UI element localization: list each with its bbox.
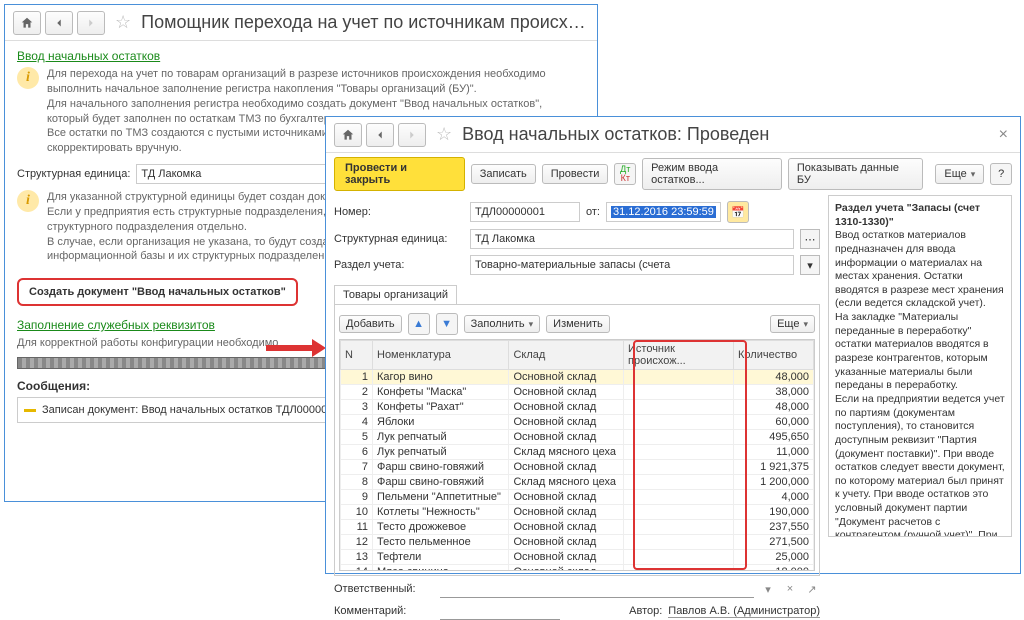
document-window: ☆ Ввод начальных остатков: Проведен × Пр… <box>325 116 1021 574</box>
col-quantity[interactable]: Количество <box>734 341 814 370</box>
save-button[interactable]: Записать <box>471 164 536 184</box>
section-row: Раздел учета: Товарно-материальные запас… <box>334 255 820 275</box>
date-label: от: <box>586 206 600 218</box>
responsible-input[interactable] <box>440 580 754 598</box>
fill-button[interactable]: Заполнить▾ <box>464 315 541 333</box>
struct-unit-input[interactable]: ТД Лакомка <box>470 229 794 249</box>
table-row[interactable]: 13ТефтелиОсновной склад25,000 <box>341 550 814 565</box>
post-and-close-button[interactable]: Провести и закрыть <box>334 157 465 191</box>
help-panel: Раздел учета "Запасы (счет 1310-1330)" В… <box>828 195 1012 537</box>
home-button[interactable] <box>334 123 362 147</box>
post-button[interactable]: Провести <box>542 164 609 184</box>
add-row-button[interactable]: Добавить <box>339 315 402 333</box>
table-toolbar: Добавить ▲ ▼ Заполнить▾ Изменить Еще▾ <box>339 309 815 339</box>
help-button[interactable]: ? <box>990 163 1012 185</box>
dropdown-button[interactable]: ▾ <box>800 255 820 275</box>
edit-button[interactable]: Изменить <box>546 315 610 333</box>
col-source[interactable]: Источник происхож... <box>624 341 734 370</box>
comment-row: Комментарий: Автор: Павлов А.В. (Админис… <box>334 602 820 620</box>
table-more-button[interactable]: Еще▾ <box>770 315 815 333</box>
table-row[interactable]: 6Лук репчатыйСклад мясного цеха11,000 <box>341 445 814 460</box>
main-toolbar: Провести и закрыть Записать Провести ДтК… <box>326 153 1020 195</box>
create-document-button[interactable]: Создать документ "Ввод начальных остатко… <box>17 278 298 306</box>
message-icon <box>24 409 36 412</box>
dt-kt-button[interactable]: ДтКт <box>614 163 636 185</box>
number-input[interactable]: ТДЛ00000001 <box>470 202 580 222</box>
window-title: Ввод начальных остатков: Проведен <box>462 124 991 145</box>
section-label: Раздел учета: <box>334 259 464 271</box>
table-row[interactable]: 14Мясо свининаОсновной склад18,000 <box>341 565 814 572</box>
help-title: Раздел учета "Запасы (счет 1310-1330)" <box>835 202 980 228</box>
info-icon: i <box>17 190 39 212</box>
move-up-button[interactable]: ▲ <box>408 313 430 335</box>
struct-unit-label: Структурная единица: <box>17 168 130 180</box>
forward-button[interactable] <box>77 11 105 35</box>
table-row[interactable]: 5Лук репчатыйОсновной склад495,650 <box>341 430 814 445</box>
dropdown-icon[interactable]: ▾ <box>760 581 776 597</box>
number-row: Номер: ТДЛ00000001 от: 31.12.2016 23:59:… <box>334 201 820 223</box>
tab-goods[interactable]: Товары организаций <box>334 285 457 304</box>
comment-label: Комментарий: <box>334 605 434 617</box>
show-bu-button[interactable]: Показывать данные БУ <box>788 158 923 190</box>
table-row[interactable]: 4ЯблокиОсновной склад60,000 <box>341 415 814 430</box>
table-row[interactable]: 9Пельмени "Аппетитные"Основной склад4,00… <box>341 490 814 505</box>
comment-input[interactable] <box>440 602 560 620</box>
home-button[interactable] <box>13 11 41 35</box>
col-nomenclature[interactable]: Номенклатура <box>373 341 509 370</box>
table-row[interactable]: 1Кагор виноОсновной склад48,000 <box>341 370 814 385</box>
goods-table[interactable]: N Номенклатура Склад Источник происхож..… <box>339 339 815 571</box>
select-button[interactable]: ⋯ <box>800 229 820 249</box>
responsible-row: Ответственный: ▾ × ↗ <box>334 580 820 598</box>
section-header: Ввод начальных остатков <box>17 49 585 63</box>
table-row[interactable]: 11Тесто дрожжевоеОсновной склад237,550 <box>341 520 814 535</box>
more-button[interactable]: Еще▾ <box>935 164 984 184</box>
message-text: Записан документ: Ввод начальных остатко… <box>42 404 327 416</box>
titlebar: ☆ Ввод начальных остатков: Проведен × <box>326 117 1020 153</box>
number-label: Номер: <box>334 206 464 218</box>
calendar-button[interactable]: 📅 <box>727 201 749 223</box>
table-row[interactable]: 12Тесто пельменноеОсновной склад271,500 <box>341 535 814 550</box>
window-title: Помощник перехода на учет по источникам … <box>141 12 589 33</box>
close-button[interactable]: × <box>995 126 1012 144</box>
section-input[interactable]: Товарно-материальные запасы (счета <box>470 255 794 275</box>
author-label: Автор: <box>629 605 662 617</box>
open-icon[interactable]: ↗ <box>804 581 820 597</box>
forward-button[interactable] <box>398 123 426 147</box>
date-input[interactable]: 31.12.2016 23:59:59 <box>606 202 721 222</box>
favorite-icon[interactable]: ☆ <box>436 124 452 145</box>
table-row[interactable]: 7Фарш свино-говяжийОсновной склад1 921,3… <box>341 460 814 475</box>
struct-unit-row: Структурная единица: ТД Лакомка ⋯ <box>334 229 820 249</box>
info-icon: i <box>17 67 39 89</box>
table-row[interactable]: 8Фарш свино-говяжийСклад мясного цеха1 2… <box>341 475 814 490</box>
responsible-label: Ответственный: <box>334 583 434 595</box>
back-button[interactable] <box>45 11 73 35</box>
struct-unit-label: Структурная единица: <box>334 233 464 245</box>
help-body: Ввод остатков материалов предназначен дл… <box>835 229 1005 537</box>
table-row[interactable]: 2Конфеты "Маска"Основной склад38,000 <box>341 385 814 400</box>
author-value: Павлов А.В. (Администратор) <box>668 605 820 618</box>
titlebar: ☆ Помощник перехода на учет по источника… <box>5 5 597 41</box>
table-row[interactable]: 10Котлеты "Нежность"Основной склад190,00… <box>341 505 814 520</box>
back-button[interactable] <box>366 123 394 147</box>
favorite-icon[interactable]: ☆ <box>115 12 131 33</box>
clear-icon[interactable]: × <box>782 581 798 597</box>
move-down-button[interactable]: ▼ <box>436 313 458 335</box>
table-row[interactable]: 3Конфеты "Рахат"Основной склад48,000 <box>341 400 814 415</box>
col-warehouse[interactable]: Склад <box>509 341 624 370</box>
col-n[interactable]: N <box>341 341 373 370</box>
input-mode-button[interactable]: Режим ввода остатков... <box>642 158 782 190</box>
